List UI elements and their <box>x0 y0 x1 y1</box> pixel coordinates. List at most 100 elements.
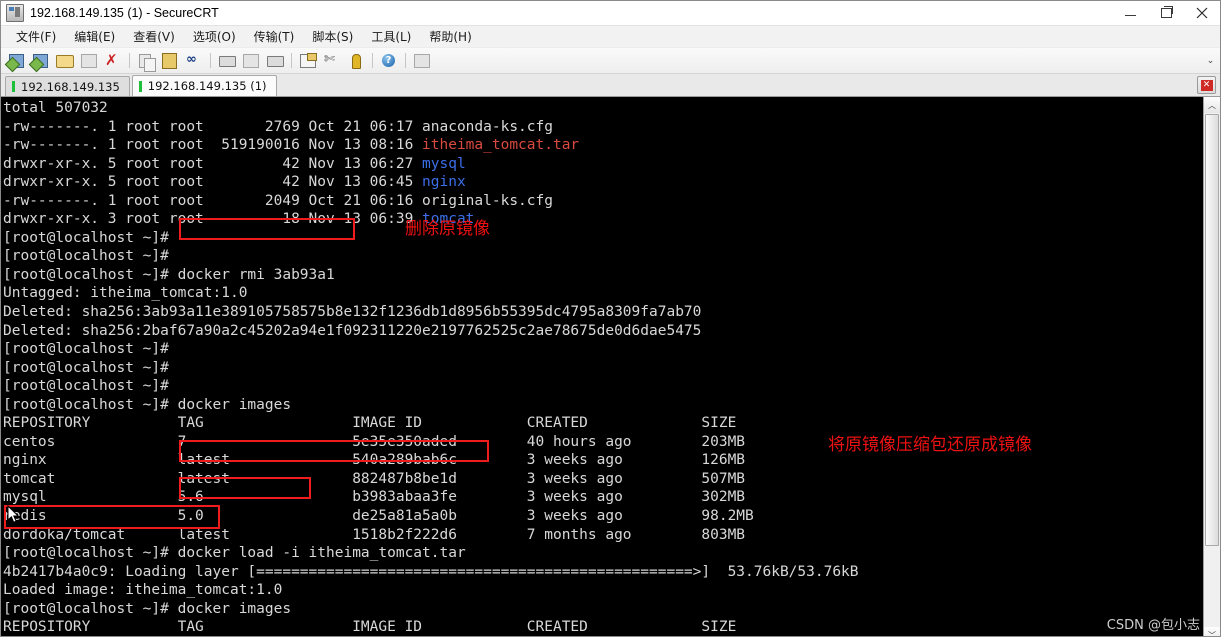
paste-icon[interactable] <box>160 51 180 70</box>
terminal-text: nginx latest 540a289bab6c 3 weeks ago 12… <box>3 452 746 469</box>
terminal-text: nginx <box>422 174 466 191</box>
minimize-button[interactable] <box>1112 1 1148 25</box>
terminal-text: -rw-------. 1 root root 2769 Oct 21 06:1… <box>3 118 423 135</box>
copy-icon[interactable] <box>136 51 156 72</box>
terminal-line: [root@localhost ~]# <box>3 359 1203 378</box>
toolbar-overflow-button[interactable]: ⌄ <box>1206 52 1215 66</box>
upload-icon[interactable] <box>217 51 237 70</box>
maximize-button[interactable] <box>1148 1 1184 25</box>
session-options-icon[interactable] <box>298 51 318 70</box>
terminal-text: -rw-------. 1 root root 2049 Oct 21 06:1… <box>3 192 423 209</box>
toolbar-separator <box>129 53 130 68</box>
menu-edit[interactable]: 编辑(E) <box>65 26 124 47</box>
disconnect-all-icon[interactable]: ✗ <box>103 51 123 70</box>
terminal-line: 4b2417b4a0c9: Loading layer [===========… <box>3 563 1203 582</box>
new-session-icon[interactable] <box>4 51 27 73</box>
terminal-text: REPOSITORY TAG IMAGE ID CREATED SIZE <box>3 415 737 432</box>
title-bar: 192.168.149.135 (1) - SecureCRT <box>1 1 1220 26</box>
terminal-line: [root@localhost ~]# <box>3 377 1203 396</box>
terminal-line: total 507032 <box>3 99 1203 118</box>
terminal-line: Deleted: sha256:2baf67a90a2c45202a94e1f0… <box>3 322 1203 341</box>
close-button[interactable] <box>1184 1 1220 25</box>
scroll-up-arrow-icon[interactable]: ︿ <box>1204 97 1220 113</box>
tab-status-dot <box>138 80 142 92</box>
terminal-text: Deleted: sha256:2baf67a90a2c45202a94e1f0… <box>3 322 702 339</box>
terminal-area: total 507032 -rw-------. 1 root root 2769… <box>1 97 1220 636</box>
scrollbar-thumb[interactable] <box>1205 114 1219 546</box>
terminal-line: drwxr-xr-x. 5 root root 42 Nov 13 06:45 … <box>3 173 1203 192</box>
terminal-line: REPOSITORY TAG IMAGE ID CREATED SIZE <box>3 618 1203 636</box>
menu-file[interactable]: 文件(F) <box>7 26 65 47</box>
close-icon: ✕ <box>1200 79 1213 91</box>
terminal-line: [root@localhost ~]# <box>3 229 1203 248</box>
menu-bar: 文件(F) 编辑(E) 查看(V) 选项(O) 传输(T) 脚本(S) 工具(L… <box>1 26 1220 48</box>
annotation-restore-image-from-tar: 将原镜像压缩包还原成镜像 <box>828 435 1032 455</box>
terminal-line: [root@localhost ~]# docker load -i ithei… <box>3 544 1203 563</box>
terminal-text: mysql 5.6 b3983abaa3fe 3 weeks ago 302MB <box>3 489 746 506</box>
tab-close-button[interactable]: ✕ <box>1197 76 1216 94</box>
terminal-text: original-ks.cfg <box>422 192 553 209</box>
terminal-text: redis 5.0 de25a81a5a0b 3 weeks ago 98.2M… <box>3 508 754 525</box>
menu-view[interactable]: 查看(V) <box>124 26 184 47</box>
terminal-text: Untagged: itheima_tomcat:1.0 <box>3 285 248 302</box>
help-icon[interactable]: ? <box>379 51 399 70</box>
terminal-line: [root@localhost ~]# docker rmi 3ab93a1 <box>3 266 1203 285</box>
terminal-line: -rw-------. 1 root root 519190016 Nov 13… <box>3 136 1203 155</box>
terminal-line: redis 5.0 de25a81a5a0b 3 weeks ago 98.2M… <box>3 507 1203 526</box>
terminal-line: Deleted: sha256:3ab93a11e389105758575b8e… <box>3 303 1203 322</box>
toolbar-separator <box>372 53 373 68</box>
disconnect-icon[interactable] <box>79 51 99 70</box>
menu-transfer[interactable]: 传输(T) <box>245 26 304 47</box>
terminal-line: drwxr-xr-x. 5 root root 42 Nov 13 06:27 … <box>3 155 1203 174</box>
disconnect-cross-icon[interactable]: ✄ <box>322 51 342 70</box>
terminal-text: anaconda-ks.cfg <box>422 118 553 135</box>
menu-script[interactable]: 脚本(S) <box>303 26 362 47</box>
menu-tools[interactable]: 工具(L) <box>362 26 420 47</box>
tab-session-1[interactable]: 192.168.149.135 <box>5 76 130 96</box>
tab-session-2-label: 192.168.149.135 (1) <box>147 79 267 93</box>
terminal-text: [root@localhost ~]# <box>3 248 178 265</box>
window-controls <box>1112 1 1220 25</box>
toolbar-separator <box>291 53 292 68</box>
scroll-down-arrow-icon[interactable]: ﹀ <box>1204 627 1220 636</box>
terminal-text: [root@localhost ~]# docker load -i ithei… <box>3 545 466 562</box>
terminal-text: total 507032 <box>3 100 108 116</box>
terminal-scrollbar[interactable]: ︿ ﹀ <box>1203 97 1220 636</box>
tab-session-1-label: 192.168.149.135 <box>21 79 120 94</box>
terminal-text: drwxr-xr-x. 5 root root 42 Nov 13 06:27 <box>3 155 423 172</box>
terminal-line: dordoka/tomcat latest 1518b2f222d6 7 mon… <box>3 526 1203 545</box>
terminal-text: 4b2417b4a0c9: Loading layer [===========… <box>3 563 859 580</box>
key-icon[interactable] <box>346 51 366 70</box>
tab-session-2[interactable]: 192.168.149.135 (1) <box>131 75 277 96</box>
terminal-text: centos 7 5e35e350aded 40 hours ago 203MB <box>3 433 746 450</box>
terminal-text: Deleted: sha256:3ab93a11e389105758575b8e… <box>3 304 702 321</box>
securecrt-window: 192.168.149.135 (1) - SecureCRT 文件(F) 编辑… <box>0 0 1221 637</box>
terminal-text: [root@localhost ~]# docker images <box>3 396 292 413</box>
terminal-text: itheima_tomcat.tar <box>422 137 580 154</box>
terminal-line: -rw-------. 1 root root 2769 Oct 21 06:1… <box>3 118 1203 137</box>
terminal-line: [root@localhost ~]# docker images <box>3 600 1203 619</box>
new-tab-icon[interactable] <box>55 51 75 70</box>
toolbar-separator <box>210 53 211 68</box>
terminal-line: [root@localhost ~]# <box>3 247 1203 266</box>
clone-session-icon[interactable] <box>28 51 51 73</box>
securecrt-icon <box>6 4 24 22</box>
terminal-line: drwxr-xr-x. 3 root root 18 Nov 13 06:39 … <box>3 210 1203 229</box>
terminal-line: [root@localhost ~]# <box>3 340 1203 359</box>
toolbar: ✗ ∞ ✄ ? ⌄ <box>1 48 1220 74</box>
menu-options[interactable]: 选项(O) <box>184 26 245 47</box>
find-icon[interactable]: ∞ <box>184 51 204 70</box>
layout-icon[interactable] <box>412 51 432 70</box>
terminal-line: -rw-------. 1 root root 2049 Oct 21 06:1… <box>3 192 1203 211</box>
tab-bar: 192.168.149.135 192.168.149.135 (1) ✕ <box>1 74 1220 97</box>
terminal-output[interactable]: total 507032 -rw-------. 1 root root 2769… <box>1 97 1203 636</box>
terminal-line: [root@localhost ~]# docker images <box>3 396 1203 415</box>
download-icon[interactable] <box>241 51 261 70</box>
menu-help[interactable]: 帮助(H) <box>420 26 480 47</box>
terminal-text: REPOSITORY TAG IMAGE ID CREATED SIZE <box>3 619 737 636</box>
terminal-text: -rw-------. 1 root root 519190016 Nov 13… <box>3 137 423 154</box>
close-icon <box>1196 7 1208 19</box>
terminal-text: [root@localhost ~]# docker rmi 3ab93a1 <box>3 266 335 283</box>
print-icon[interactable] <box>265 51 285 70</box>
terminal-line: Loaded image: itheima_tomcat:1.0 <box>3 581 1203 600</box>
